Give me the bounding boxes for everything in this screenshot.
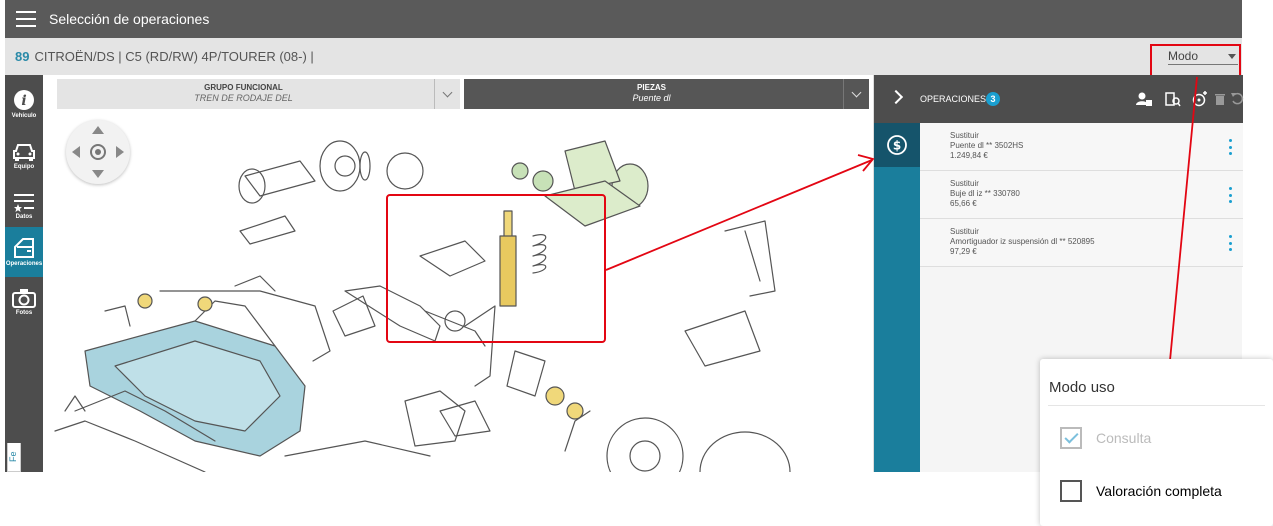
- mode-option-valoracion-completa[interactable]: Valoración completa: [1060, 479, 1222, 503]
- parts-value: Puente dl: [632, 93, 671, 103]
- menu-icon[interactable]: [16, 11, 36, 27]
- operations-label: OPERACIONES: [920, 94, 987, 104]
- svg-text:$: $: [893, 139, 901, 153]
- sidebar-item-label: Vehículo: [11, 113, 37, 119]
- more-options-icon[interactable]: [1229, 187, 1233, 203]
- car-door-icon: [14, 238, 34, 258]
- sidebar-item-datos[interactable]: Datos: [5, 181, 43, 231]
- wheel-settings-icon[interactable]: [1192, 91, 1208, 107]
- more-options-icon[interactable]: [1229, 235, 1233, 251]
- more-options-icon[interactable]: [1229, 139, 1233, 155]
- operation-action: Sustituir: [950, 179, 979, 188]
- info-icon: i: [14, 90, 34, 110]
- sidebar-item-label: Datos: [15, 214, 33, 220]
- operations-list: Sustituir Puente dl ** 3502HS 1.249,84 €…: [920, 123, 1243, 267]
- sidebar-item-equipo[interactable]: Equipo: [5, 131, 43, 181]
- annotation-box-parts: [386, 194, 606, 343]
- list-star-icon: [14, 194, 34, 212]
- search-document-icon[interactable]: [1165, 91, 1181, 107]
- chevron-right-icon[interactable]: [888, 89, 904, 105]
- operation-part: Amortiguador iz suspensión dl ** 520895: [950, 237, 1095, 246]
- chevron-down-icon[interactable]: [843, 79, 869, 109]
- dollar-icon: $: [887, 135, 907, 155]
- operation-action: Sustituir: [950, 227, 979, 236]
- vehicle-description: CITROËN/DS | C5 (RD/RW) 4P/TOURER (08-) …: [34, 49, 314, 64]
- operation-part: Buje dl iz ** 330780: [950, 189, 1020, 198]
- valuation-button[interactable]: $: [874, 123, 920, 167]
- sidebar-item-operaciones[interactable]: Operaciones: [5, 227, 43, 277]
- parts-selector[interactable]: PIEZAS Puente dl: [464, 79, 869, 109]
- app-header: Selección de operaciones: [5, 0, 1242, 38]
- sidebar-item-label: Operaciones: [5, 261, 43, 267]
- operation-price: 97,29 €: [950, 247, 977, 256]
- functional-group-selector[interactable]: GRUPO FUNCIONAL TREN DE RODAJE DEL: [57, 79, 460, 109]
- sidebar: i Vehículo Equipo Datos Operaciones Foto…: [5, 75, 43, 472]
- operations-count-badge: 3: [986, 92, 1000, 106]
- chevron-down-icon[interactable]: [434, 79, 460, 109]
- feedback-tab[interactable]: Fe: [7, 443, 21, 472]
- sidebar-item-label: Fotos: [15, 310, 33, 316]
- valuation-column: $: [874, 123, 920, 472]
- operation-item[interactable]: Sustituir Amortiguador iz suspensión dl …: [920, 219, 1243, 267]
- sidebar-item-fotos[interactable]: Fotos: [5, 277, 43, 327]
- operation-action: Sustituir: [950, 131, 979, 140]
- mode-option-consulta[interactable]: Consulta: [1060, 426, 1151, 450]
- pan-navigation-pad[interactable]: [66, 120, 130, 184]
- camera-icon: [12, 289, 36, 308]
- mode-option-label: Valoración completa: [1096, 483, 1222, 499]
- annotation-box-mode: [1150, 44, 1241, 77]
- mode-popup-title: Modo uso: [1049, 379, 1115, 396]
- vehicle-code: 89: [15, 49, 30, 64]
- car-icon: [13, 144, 35, 161]
- operation-item[interactable]: Sustituir Puente dl ** 3502HS 1.249,84 €: [920, 123, 1243, 171]
- checkbox-icon: [1060, 480, 1082, 502]
- divider: [1048, 405, 1265, 406]
- page-title: Selección de operaciones: [49, 11, 210, 27]
- user-icon[interactable]: [1136, 91, 1152, 107]
- undo-icon[interactable]: [1230, 91, 1246, 107]
- mode-popup: Modo uso Consulta Valoración completa: [1040, 359, 1273, 526]
- functional-group-title: GRUPO FUNCIONAL: [204, 83, 283, 92]
- operation-item[interactable]: Sustituir Buje dl iz ** 330780 65,66 €: [920, 171, 1243, 219]
- pan-arrows-icon: [72, 126, 124, 178]
- functional-group-value: TREN DE RODAJE DEL: [194, 93, 293, 103]
- trash-icon[interactable]: [1212, 91, 1228, 107]
- operation-part: Puente dl ** 3502HS: [950, 141, 1024, 150]
- mode-option-label: Consulta: [1096, 430, 1152, 446]
- svg-text:i: i: [21, 93, 26, 109]
- operations-panel-header: OPERACIONES 3: [874, 75, 1246, 123]
- vehicle-bar: 89 CITROËN/DS | C5 (RD/RW) 4P/TOURER (08…: [5, 38, 1242, 75]
- operation-price: 1.249,84 €: [950, 151, 988, 160]
- operation-price: 65,66 €: [950, 199, 977, 208]
- checkbox-checked-icon: [1060, 427, 1082, 449]
- sidebar-item-label: Equipo: [13, 164, 35, 170]
- parts-title: PIEZAS: [637, 83, 666, 92]
- sidebar-item-vehiculo[interactable]: i Vehículo: [5, 79, 43, 129]
